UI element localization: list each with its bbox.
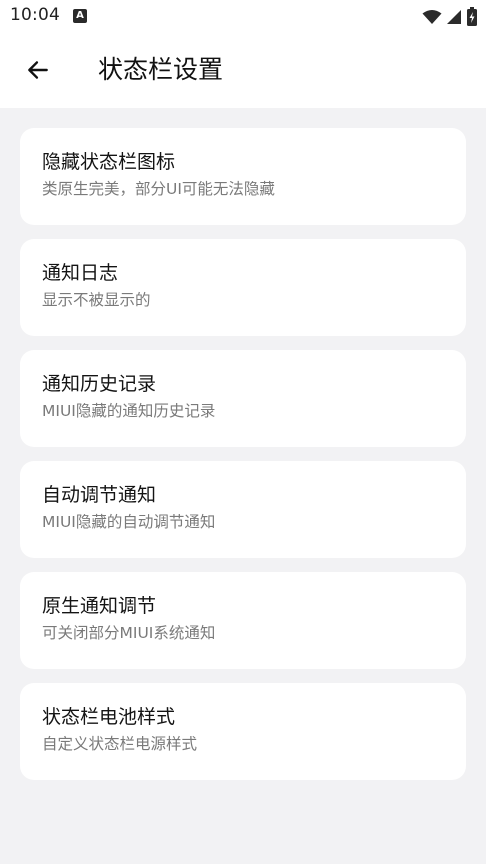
setting-native-notification-control[interactable]: 原生通知调节 可关闭部分MIUI系统通知 [20, 572, 466, 669]
status-time: 10:04 [10, 5, 60, 25]
setting-title: 原生通知调节 [42, 595, 157, 617]
setting-notification-log[interactable]: 通知日志 显示不被显示的 [20, 239, 466, 336]
setting-subtitle: MIUI隐藏的通知历史记录 [42, 402, 216, 420]
app-bar: 状态栏设置 [0, 34, 486, 108]
setting-title: 通知日志 [42, 262, 119, 284]
wifi-icon [422, 10, 442, 24]
setting-title: 通知历史记录 [42, 373, 157, 395]
setting-title: 自动调节通知 [42, 484, 157, 506]
setting-subtitle: 显示不被显示的 [42, 291, 151, 309]
cell-signal-icon [447, 10, 461, 24]
setting-hide-statusbar-icons[interactable]: 隐藏状态栏图标 类原生完美，部分UI可能无法隐藏 [20, 128, 466, 225]
setting-title: 隐藏状态栏图标 [42, 151, 176, 173]
status-icons [422, 7, 478, 27]
arrow-left-icon [28, 61, 48, 79]
setting-title: 状态栏电池样式 [42, 706, 176, 728]
settings-list: 隐藏状态栏图标 类原生完美，部分UI可能无法隐藏 通知日志 显示不被显示的 通知… [20, 128, 466, 794]
page-title: 状态栏设置 [98, 55, 224, 84]
battery-charging-icon [467, 7, 477, 26]
setting-subtitle: 类原生完美，部分UI可能无法隐藏 [42, 180, 275, 198]
notification-app-icon: A [73, 9, 87, 23]
setting-subtitle: 可关闭部分MIUI系统通知 [42, 624, 216, 642]
setting-notification-history[interactable]: 通知历史记录 MIUI隐藏的通知历史记录 [20, 350, 466, 447]
setting-auto-adjust-notifications[interactable]: 自动调节通知 MIUI隐藏的自动调节通知 [20, 461, 466, 558]
status-bar: 10:04 A [0, 0, 486, 34]
setting-subtitle: MIUI隐藏的自动调节通知 [42, 513, 216, 531]
back-button[interactable] [20, 52, 56, 88]
setting-battery-style[interactable]: 状态栏电池样式 自定义状态栏电源样式 [20, 683, 466, 780]
setting-subtitle: 自定义状态栏电源样式 [42, 735, 198, 753]
